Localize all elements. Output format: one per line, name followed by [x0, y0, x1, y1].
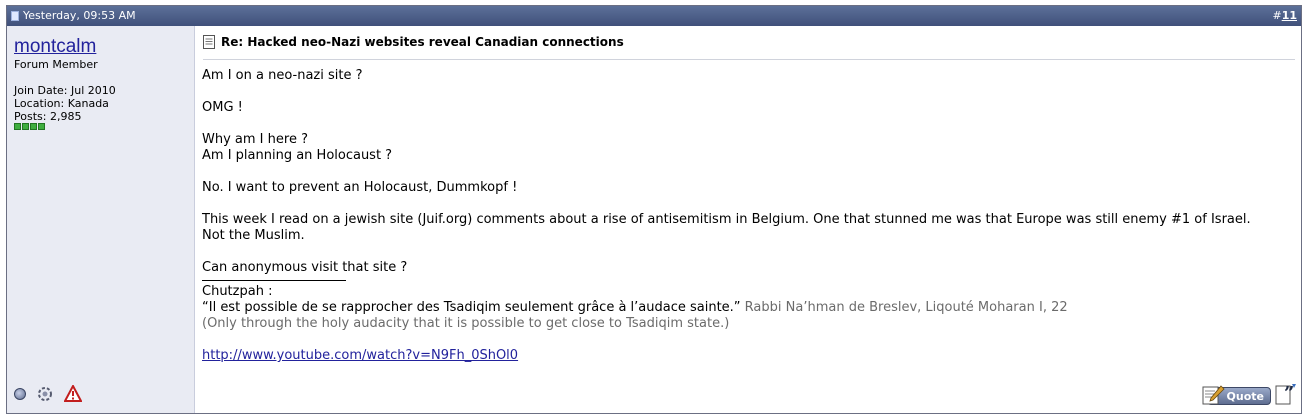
- post-container: Yesterday, 09:53 AM #11 montcalm Forum M…: [6, 5, 1302, 414]
- title-divider: [203, 59, 1295, 60]
- post-line: Am I planning an Holocaust ?: [202, 148, 393, 163]
- user-location: Location: Kanada: [14, 97, 109, 110]
- post-title-row: Re: Hacked neo-Nazi websites reveal Cana…: [203, 35, 624, 49]
- post-line: Not the Muslim.: [202, 228, 305, 243]
- post-number-hash: #: [1272, 9, 1282, 22]
- post-line: This week I read on a jewish site (Juif.…: [202, 212, 1251, 227]
- post-line: Can anonymous visit that site ?: [202, 260, 408, 275]
- pencil-icon: [1202, 385, 1225, 405]
- username-link[interactable]: montcalm: [14, 36, 96, 58]
- post-line: No. I want to prevent an Holocaust, Dumm…: [202, 180, 518, 195]
- signature-separator: [202, 280, 346, 281]
- reputation-bar: [14, 123, 45, 130]
- signature-youtube-link[interactable]: http://www.youtube.com/watch?v=N9Fh_0ShO…: [202, 348, 518, 363]
- post-count: Posts: 2,985: [14, 110, 82, 123]
- svg-text:”: ”: [1284, 383, 1294, 404]
- signature-translation: (Only through the holy audacity that it …: [202, 316, 730, 331]
- multiquote-icon[interactable]: ”: [1275, 383, 1297, 405]
- post-body: Am I on a neo-nazi site ? OMG ! Why am I…: [202, 68, 1293, 364]
- post-line: Am I on a neo-nazi site ?: [202, 68, 363, 83]
- document-icon: [203, 35, 215, 49]
- user-sidebar: montcalm Forum Member Join Date: Jul 201…: [7, 26, 195, 413]
- reputation-pip: [22, 123, 29, 130]
- signature-attribution: Rabbi Na’hman de Breslev, Liqouté Mohara…: [740, 300, 1068, 315]
- reputation-pip: [38, 123, 45, 130]
- post-number-link[interactable]: 11: [1282, 9, 1297, 22]
- post-line: Why am I here ?: [202, 132, 308, 147]
- join-date: Join Date: Jul 2010: [14, 84, 116, 97]
- online-status-icon: [14, 388, 26, 400]
- reputation-pip: [30, 123, 37, 130]
- report-post-icon[interactable]: [64, 385, 82, 403]
- post-buttons: Quote ”: [1201, 383, 1297, 405]
- user-rank: Forum Member: [14, 58, 98, 71]
- user-info: Join Date: Jul 2010 Location: Kanada Pos…: [14, 84, 116, 123]
- post-line: OMG !: [202, 100, 243, 115]
- user-action-icons: [14, 385, 82, 403]
- signature-quote: “Il est possible de se rapprocher des Ts…: [202, 300, 741, 315]
- post-icon: [11, 10, 19, 21]
- post-header: Yesterday, 09:53 AM #11: [7, 6, 1301, 26]
- quote-button[interactable]: Quote: [1201, 385, 1271, 405]
- signature-quote-line: “Il est possible de se rapprocher des Ts…: [202, 300, 1293, 316]
- post-number: #11: [1272, 9, 1297, 22]
- post-date: Yesterday, 09:53 AM: [11, 9, 136, 22]
- post-main: Re: Hacked neo-Nazi websites reveal Cana…: [195, 26, 1301, 413]
- post-title: Re: Hacked neo-Nazi websites reveal Cana…: [221, 35, 624, 49]
- reputation-icon[interactable]: [36, 385, 54, 403]
- signature-heading: Chutzpah :: [202, 284, 273, 299]
- reputation-pip: [14, 123, 21, 130]
- post-date-text: Yesterday, 09:53 AM: [23, 9, 136, 22]
